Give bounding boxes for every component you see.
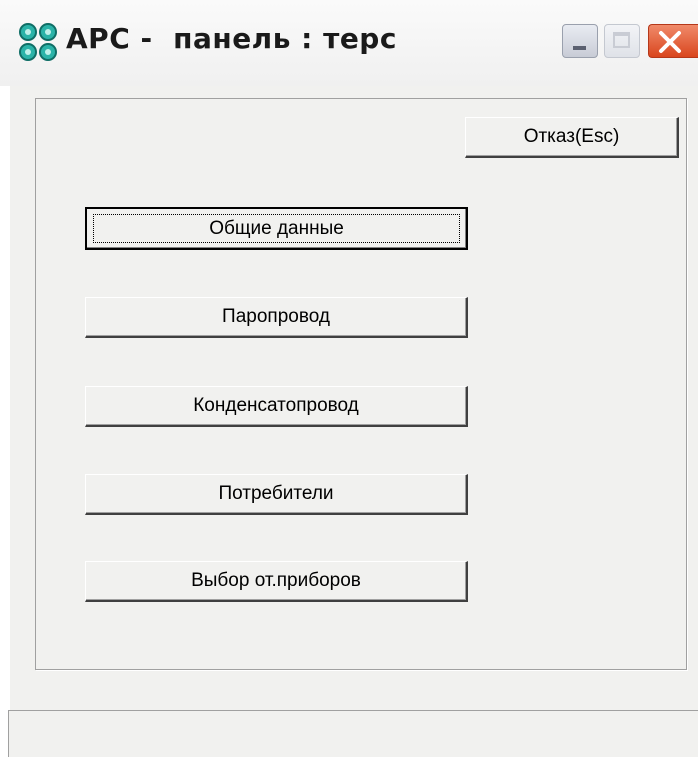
heating-devices-button[interactable]: Выбор от.приборов [85, 561, 468, 602]
steam-pipe-button[interactable]: Паропровод [85, 297, 468, 338]
close-icon [659, 31, 681, 53]
heating-devices-button-label: Выбор от.приборов [191, 570, 361, 591]
window-title: APC - панель : терс [66, 22, 397, 55]
status-bar [8, 710, 698, 757]
app-clover-icon [19, 23, 57, 61]
condensate-pipe-button[interactable]: Конденсатопровод [85, 386, 468, 427]
window-left-edge [0, 86, 10, 757]
consumers-button[interactable]: Потребители [85, 474, 468, 515]
general-data-button-label: Общие данные [209, 217, 344, 239]
condensate-pipe-button-label: Конденсатопровод [193, 395, 359, 416]
minimize-button[interactable] [562, 24, 598, 58]
maximize-button[interactable] [604, 24, 640, 58]
consumers-button-label: Потребители [218, 483, 334, 504]
general-data-button[interactable]: Общие данные [85, 207, 468, 250]
title-bar[interactable]: APC - панель : терс [0, 0, 698, 87]
application-window: APC - панель : терс Отказ(Esc) Общие дан… [0, 0, 698, 757]
close-button[interactable] [648, 24, 698, 58]
cancel-button[interactable]: Отказ(Esc) [465, 117, 679, 158]
cancel-button-label: Отказ(Esc) [523, 126, 620, 147]
steam-pipe-button-label: Паропровод [222, 306, 330, 327]
